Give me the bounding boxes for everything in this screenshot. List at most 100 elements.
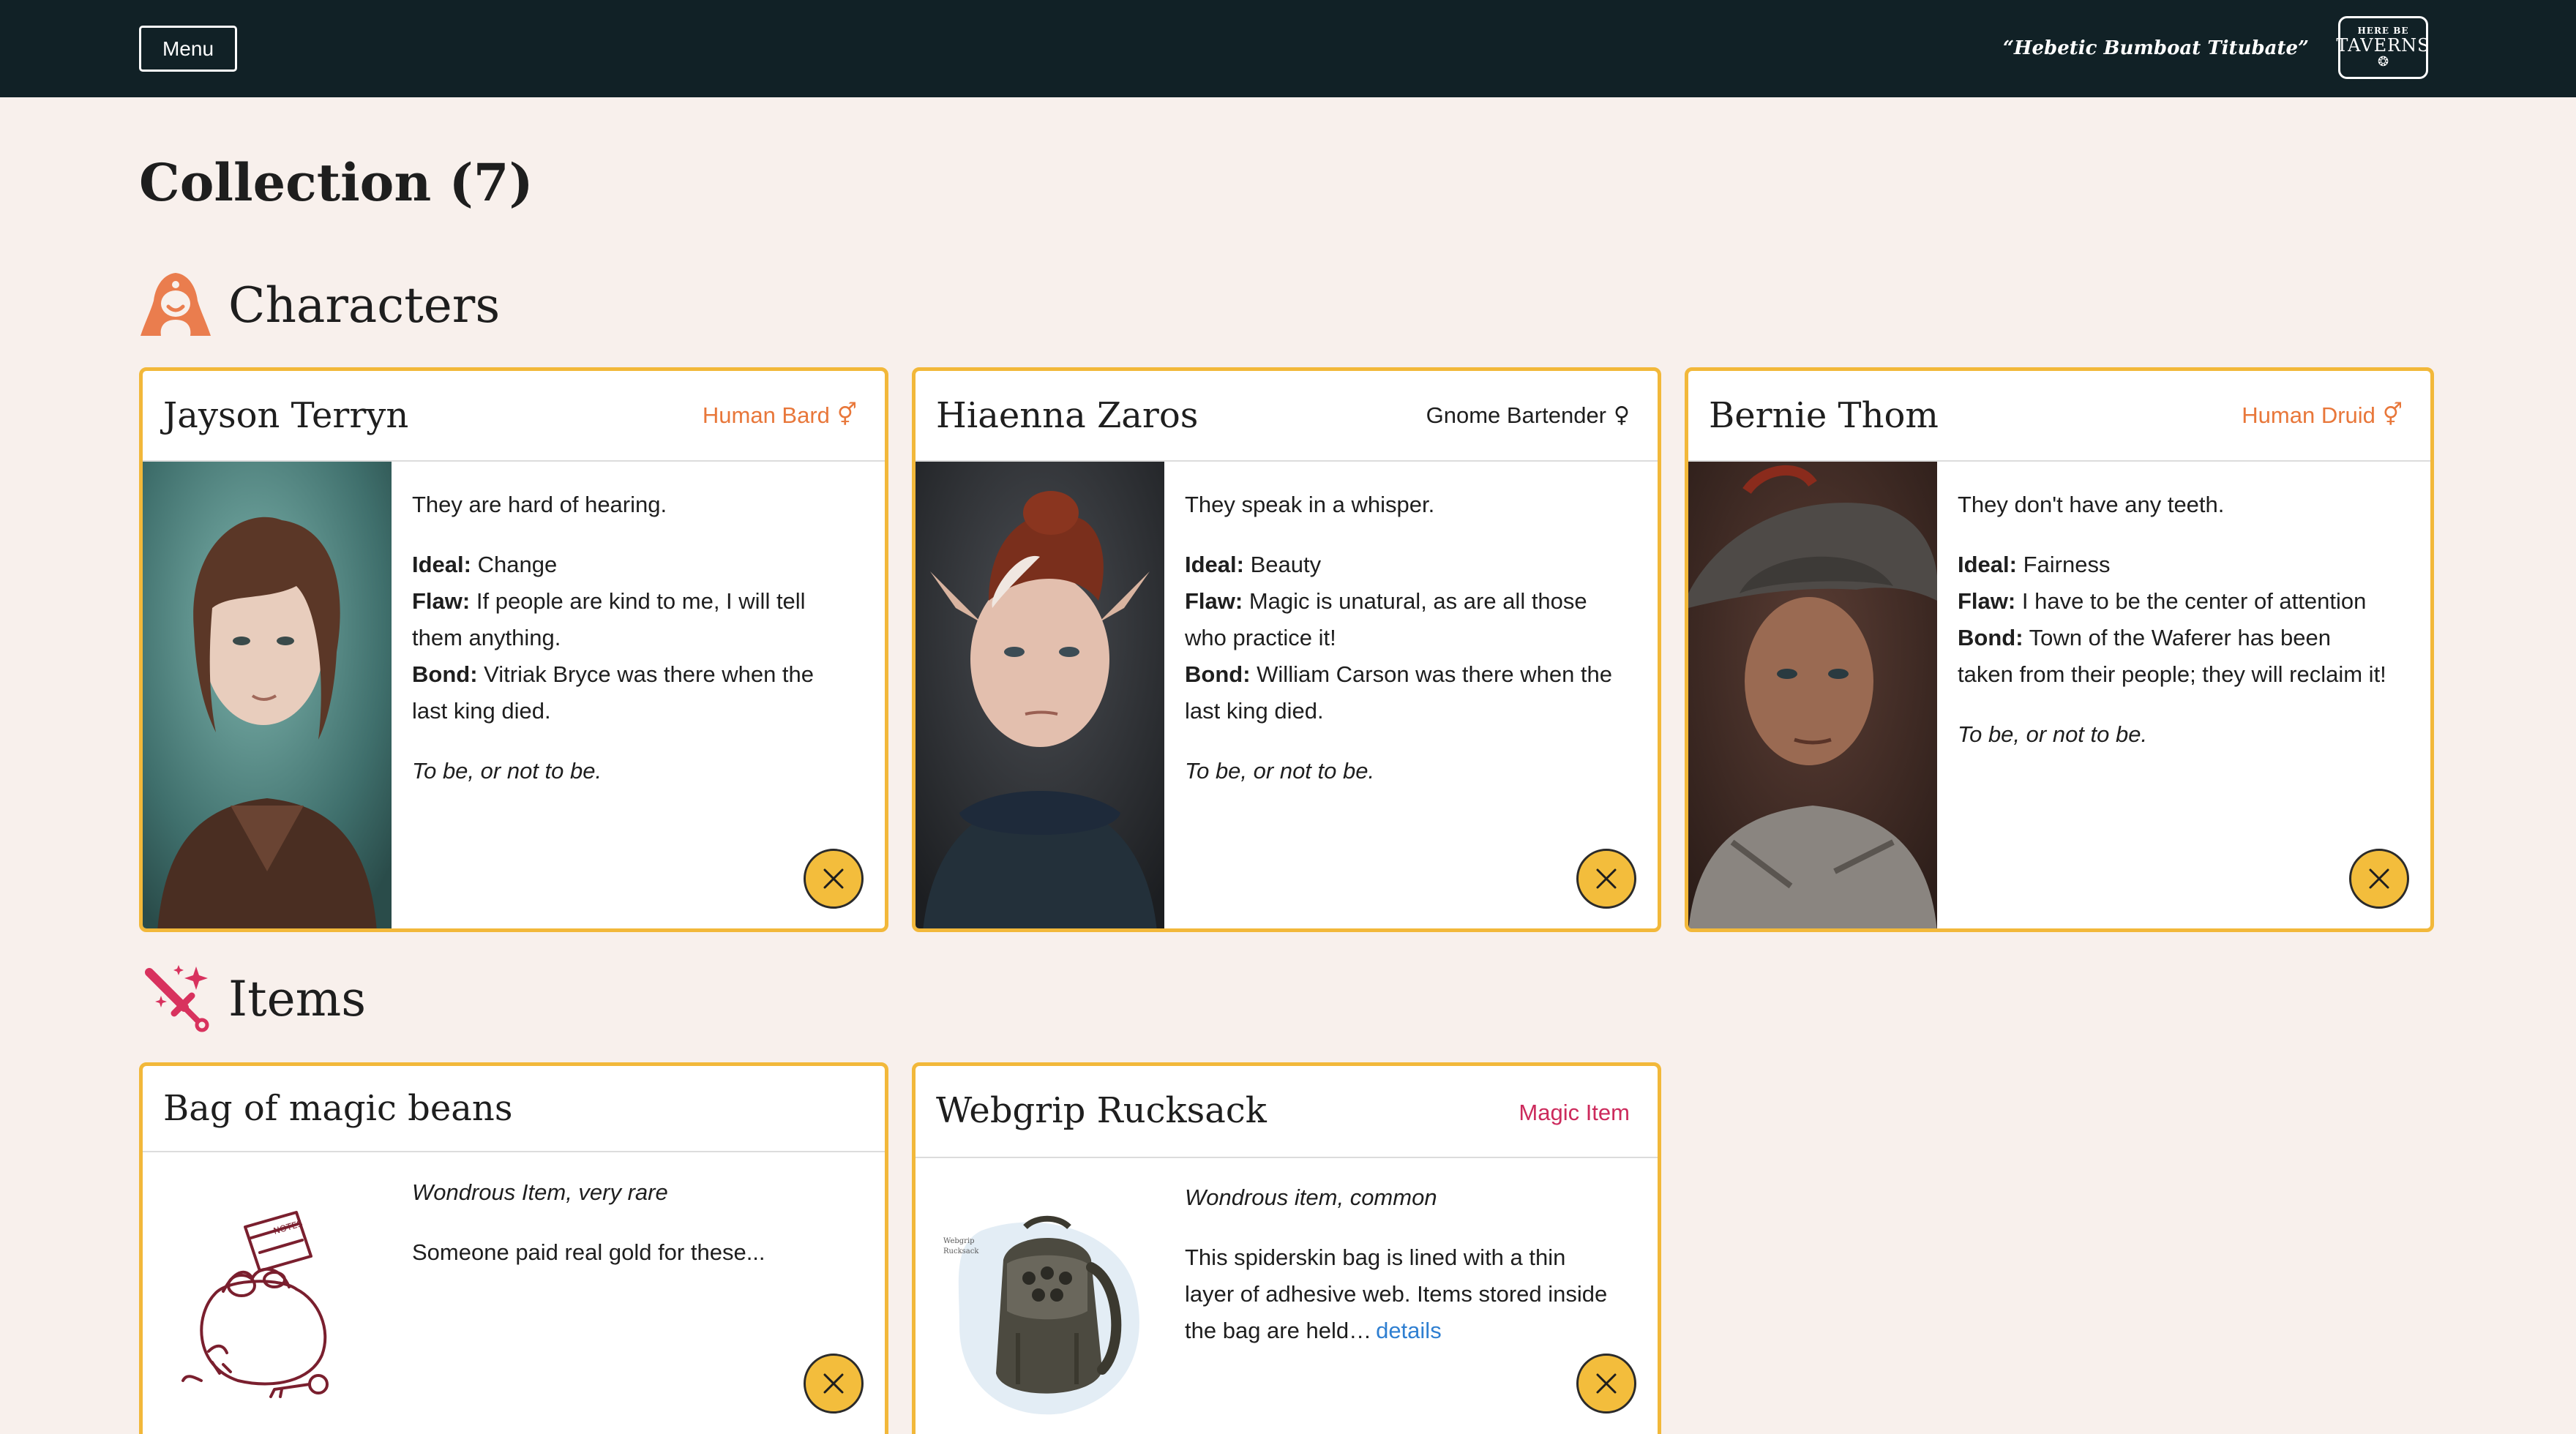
character-flaw: Flaw: I have to be the center of attenti… xyxy=(1958,583,2386,620)
quote-text: To be, or not to be. xyxy=(412,758,602,784)
card-header: Bernie Thom Human Druid ⚥ xyxy=(1688,371,2430,462)
close-icon xyxy=(823,1373,844,1394)
card-header: Bag of magic beans xyxy=(143,1066,885,1152)
gender-icon: ⚥ xyxy=(836,402,857,428)
details-link[interactable]: details xyxy=(1376,1318,1442,1343)
quote-text: To be, or not to be. xyxy=(1958,721,2148,747)
character-ideal: Ideal: Fairness xyxy=(1958,547,2386,583)
quote-text: To be, or not to be. xyxy=(1185,758,1375,784)
character-details: They don't have any teeth. Ideal: Fairne… xyxy=(1958,487,2386,776)
character-race-class: Human Bard ⚥ xyxy=(703,371,857,460)
rucksack-image-caption: Webgrip Rucksack xyxy=(943,1237,979,1255)
item-details: Wondrous Item, very rare Someone paid re… xyxy=(412,1174,841,1294)
ideal-label: Ideal: xyxy=(1185,552,1244,577)
tavern-tagline: “Hebetic Bumboat Titubate” xyxy=(2002,37,2309,59)
race-class-label: Human Bard xyxy=(702,402,830,428)
characters-section-title: Characters xyxy=(228,277,501,334)
remove-character-button[interactable] xyxy=(1576,849,1636,909)
character-card: Jayson Terryn Human Bard ⚥ They are hard… xyxy=(139,367,888,932)
item-subtitle: Wondrous Item, very rare xyxy=(412,1174,841,1211)
character-quote: To be, or not to be. xyxy=(412,753,841,789)
remove-character-button[interactable] xyxy=(2349,849,2409,909)
menu-button[interactable]: Menu xyxy=(139,26,237,72)
character-details: They speak in a whisper. Ideal: Beauty F… xyxy=(1185,487,1614,813)
bond-label: Bond: xyxy=(1958,625,2023,650)
item-subtitle: Wondrous item, common xyxy=(1185,1179,1614,1216)
flaw-label: Flaw: xyxy=(1185,588,1243,614)
logo-line-2: TAVERNS xyxy=(2336,35,2430,56)
page-title: Collection (7) xyxy=(139,152,533,213)
character-trait: They speak in a whisper. xyxy=(1185,492,1435,517)
flaw-value: If people are kind to me, I will tell th… xyxy=(412,588,806,650)
item-type: Wondrous Item, very rare xyxy=(412,1179,668,1205)
items-section-header: Items xyxy=(139,958,366,1039)
logo-emblem-icon: ❂ xyxy=(2377,54,2389,70)
character-name: Jayson Terryn xyxy=(163,395,409,436)
item-name: Webgrip Rucksack xyxy=(936,1090,1267,1131)
character-bond: Bond: William Carson was there when the … xyxy=(1185,656,1614,729)
remove-character-button[interactable] xyxy=(804,849,864,909)
character-flaw: Flaw: If people are kind to me, I will t… xyxy=(412,583,841,656)
character-card: Bernie Thom Human Druid ⚥ They don't hav… xyxy=(1685,367,2434,932)
close-icon xyxy=(1596,868,1617,889)
bond-label: Bond: xyxy=(412,661,478,687)
flaw-value: Magic is unatural, as are all those who … xyxy=(1185,588,1587,650)
item-rarity-badge: Magic Item xyxy=(1519,1100,1630,1125)
ideal-value: Beauty xyxy=(1250,552,1322,577)
flaw-label: Flaw: xyxy=(412,588,471,614)
character-trait: They don't have any teeth. xyxy=(1958,492,2225,517)
character-race-class: Gnome Bartender ♀ xyxy=(1426,371,1630,460)
remove-item-button[interactable] xyxy=(804,1354,864,1414)
item-description: Someone paid real gold for these... xyxy=(412,1239,765,1265)
gender-icon: ⚥ xyxy=(2382,402,2403,428)
character-race-class: Human Druid ⚥ xyxy=(2242,371,2403,460)
close-icon xyxy=(2369,868,2389,889)
character-details: They are hard of hearing. Ideal: Change … xyxy=(412,487,841,813)
character-quote: To be, or not to be. xyxy=(1185,753,1614,789)
item-details: Wondrous item, common This spiderskin ba… xyxy=(1185,1179,1614,1373)
flaw-value: I have to be the center of attention xyxy=(2021,588,2367,614)
character-bond: Bond: Vitriak Bryce was there when the l… xyxy=(412,656,841,729)
item-name: Bag of magic beans xyxy=(163,1088,513,1129)
card-header: Hiaenna Zaros Gnome Bartender ♀ xyxy=(916,371,1658,462)
logo-line-1: HERE BE xyxy=(2357,26,2409,36)
ideal-label: Ideal: xyxy=(412,552,471,577)
rucksack-illustration: Webgrip Rucksack xyxy=(937,1201,1157,1421)
race-class-label: Gnome Bartender xyxy=(1426,402,1607,428)
item-description: This spiderskin bag is lined with a thin… xyxy=(1185,1239,1614,1349)
bean-bag-sketch: NOTES xyxy=(181,1211,329,1398)
flaw-label: Flaw: xyxy=(1958,588,2016,614)
character-ideal: Ideal: Change xyxy=(412,547,841,583)
character-portrait xyxy=(143,462,392,928)
gender-icon: ♀ xyxy=(1614,402,1630,428)
character-bond: Bond: Town of the Waferer has been taken… xyxy=(1958,620,2386,693)
character-name: Bernie Thom xyxy=(1709,395,1939,436)
card-header: Jayson Terryn Human Bard ⚥ xyxy=(143,371,885,462)
character-ideal: Ideal: Beauty xyxy=(1185,547,1614,583)
remove-item-button[interactable] xyxy=(1576,1354,1636,1414)
item-type: Wondrous item, common xyxy=(1185,1185,1437,1210)
ideal-value: Fairness xyxy=(2023,552,2111,577)
bond-label: Bond: xyxy=(1185,661,1251,687)
here-be-taverns-logo[interactable]: HERE BE TAVERNS ❂ xyxy=(2336,16,2430,79)
rucksack-image xyxy=(958,1215,1139,1415)
ideal-value: Change xyxy=(477,552,558,577)
ideal-label: Ideal: xyxy=(1958,552,2017,577)
items-section-title: Items xyxy=(228,970,367,1027)
character-quote: To be, or not to be. xyxy=(1958,716,2386,753)
character-trait: They are hard of hearing. xyxy=(412,492,667,517)
top-navigation-bar: Menu “Hebetic Bumboat Titubate” HERE BE … xyxy=(0,0,2576,97)
character-portrait xyxy=(1688,462,1937,928)
item-card: Webgrip Rucksack Magic Item Webgrip Ruck… xyxy=(912,1062,1661,1434)
close-icon xyxy=(823,868,844,889)
character-portrait xyxy=(916,462,1164,928)
character-card: Hiaenna Zaros Gnome Bartender ♀ They spe… xyxy=(912,367,1661,932)
race-class-label: Human Druid xyxy=(2242,402,2375,428)
character-name: Hiaenna Zaros xyxy=(936,395,1199,436)
item-card: Bag of magic beans NOTES Wondrous Item, … xyxy=(139,1062,888,1434)
hooded-figure-icon xyxy=(141,273,211,336)
card-header: Webgrip Rucksack Magic Item xyxy=(916,1066,1658,1158)
close-icon xyxy=(1596,1373,1617,1394)
characters-section-header: Characters xyxy=(139,265,500,345)
svg-text:NOTES: NOTES xyxy=(272,1218,304,1236)
